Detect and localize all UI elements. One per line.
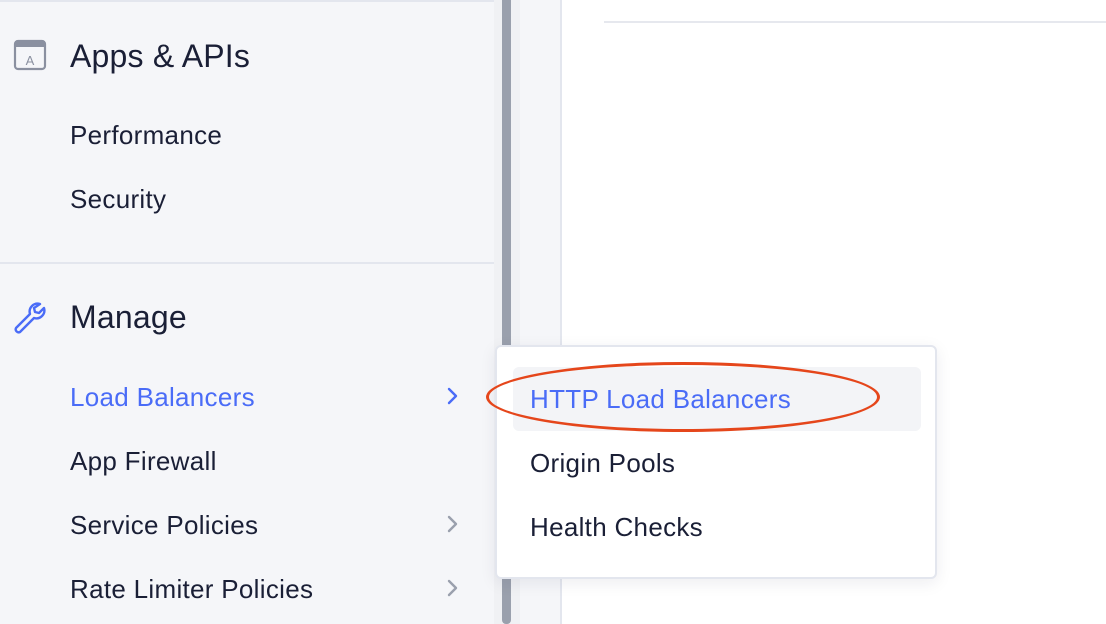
chevron-right-icon[interactable] (441, 385, 463, 407)
sidebar: A Apps & APIs Performance Security Manag… (0, 0, 494, 624)
submenu-item-health-checks[interactable]: Health Checks (513, 495, 921, 559)
submenu-item-http-load-balancers[interactable]: HTTP Load Balancers (513, 367, 921, 431)
app-icon: A (12, 39, 48, 76)
chevron-right-icon[interactable] (441, 577, 463, 599)
section-title-manage: Manage (70, 299, 187, 335)
sidebar-item-performance[interactable]: Performance (70, 120, 222, 151)
sidebar-item-service-policies[interactable]: Service Policies (70, 510, 258, 541)
sidebar-item-load-balancers[interactable]: Load Balancers (70, 382, 255, 413)
wrench-icon (12, 300, 48, 339)
content-divider (604, 21, 1106, 23)
submenu-item-origin-pools[interactable]: Origin Pools (513, 431, 921, 495)
app-icon-letter: A (26, 53, 35, 68)
section-title-apps-apis: Apps & APIs (70, 38, 251, 74)
section-divider (0, 262, 494, 264)
load-balancers-submenu: HTTP Load Balancers Origin Pools Health … (495, 345, 937, 579)
sidebar-item-rate-limiter-policies[interactable]: Rate Limiter Policies (70, 574, 313, 605)
sidebar-item-app-firewall[interactable]: App Firewall (70, 446, 217, 477)
app-root: A Apps & APIs Performance Security Manag… (0, 0, 1106, 624)
sidebar-item-security[interactable]: Security (70, 184, 166, 215)
chevron-right-icon[interactable] (441, 513, 463, 535)
sidebar-top-divider (0, 0, 494, 2)
